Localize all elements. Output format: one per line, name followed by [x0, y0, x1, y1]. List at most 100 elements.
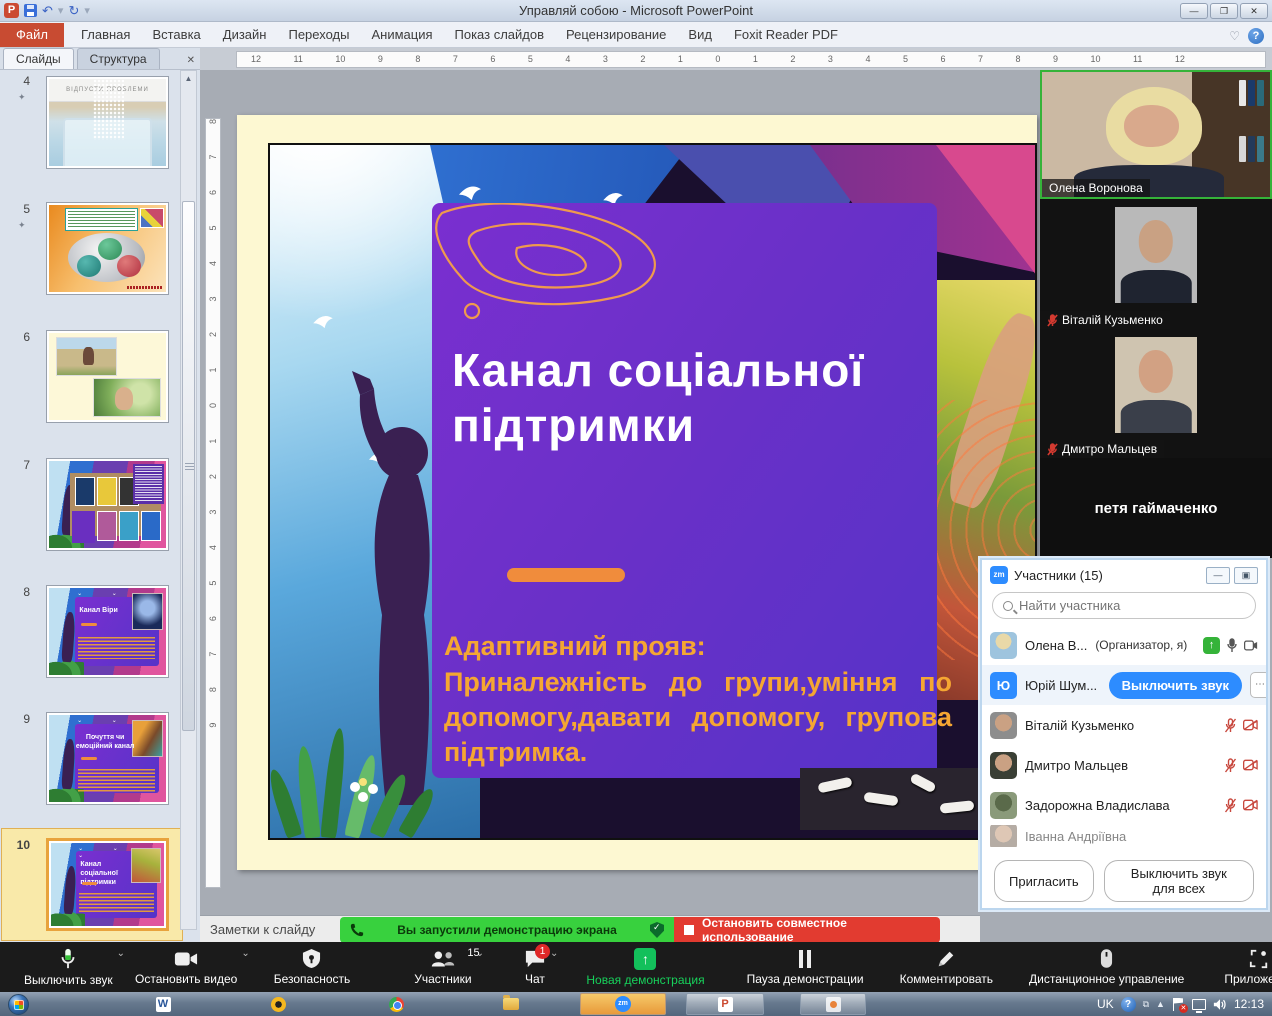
participant-photo — [1115, 207, 1197, 303]
slide-thumbnail-5[interactable] — [46, 202, 169, 295]
video-tile[interactable]: Віталій Кузьменко — [1040, 199, 1272, 329]
scrollbar-thumb[interactable] — [182, 201, 195, 731]
participant-row[interactable]: Віталій Кузьменко — [982, 705, 1266, 745]
camera-icon — [1244, 640, 1258, 651]
slide-thumbnail-4[interactable]: ВІДПУСТИ ПРОБЛЕМИ — [46, 76, 169, 169]
panel-restore-button[interactable]: ▣ — [1234, 567, 1258, 584]
tab-transitions[interactable]: Переходы — [277, 23, 360, 47]
invite-button[interactable]: Пригласить — [994, 860, 1094, 902]
security-button[interactable]: Безопасность — [264, 942, 361, 992]
taskbar-word[interactable]: W — [148, 993, 178, 1015]
tab-file[interactable]: Файл — [0, 23, 64, 47]
search-input[interactable] — [1019, 598, 1219, 613]
thumb5-textbox — [65, 208, 138, 231]
zoom-icon: zm — [615, 996, 631, 1012]
participant-row-hovered[interactable]: Ю Юрій Шум... Выключить звук ⋯ — [982, 665, 1266, 705]
dove-icon — [310, 310, 336, 330]
video-name-label: петя гаймаченко — [1095, 500, 1218, 517]
taskbar-explorer[interactable] — [496, 993, 526, 1015]
panel-minimize-button[interactable]: — — [1206, 567, 1230, 584]
pause-icon — [798, 949, 812, 969]
annotate-button[interactable]: Комментировать — [890, 942, 1003, 992]
action-center-icon[interactable]: ✕ — [1172, 998, 1185, 1011]
tab-design[interactable]: Дизайн — [212, 23, 278, 47]
taskbar-chrome[interactable] — [381, 993, 411, 1015]
video-tile-no-video[interactable]: петя гаймаченко — [1040, 458, 1272, 558]
search-box[interactable] — [992, 592, 1256, 619]
slide-image[interactable]: Канал соціальної підтримки Адаптивний пр… — [268, 143, 1037, 840]
video-tile-active-speaker[interactable]: Олена Воронова — [1040, 70, 1272, 199]
scroll-up-icon[interactable]: ▲ — [181, 71, 196, 86]
tab-slideshow[interactable]: Показ слайдов — [444, 23, 556, 47]
remote-control-button[interactable]: Дистанционное управление — [1019, 942, 1194, 992]
help-icon[interactable]: ? — [1248, 28, 1264, 44]
taskbar-app[interactable] — [800, 993, 866, 1015]
card — [119, 511, 139, 541]
tray-help-icon[interactable]: ? — [1121, 997, 1136, 1012]
start-button[interactable] — [8, 994, 29, 1015]
pause-share-button[interactable]: Пауза демонстрации — [737, 942, 874, 992]
tab-slides-thumbnails[interactable]: Слайды — [3, 48, 74, 69]
minimize-button[interactable]: — — [1180, 3, 1208, 19]
slide-thumbnail-6[interactable] — [46, 330, 169, 423]
tab-foxit[interactable]: Foxit Reader PDF — [723, 23, 849, 47]
more-options-button[interactable]: ⋯ — [1250, 672, 1268, 698]
slide-thumbnail-9[interactable]: ⌄ ⌄ ⌄ Почуття чи емоційний канал — [46, 712, 169, 805]
participant-row[interactable]: Олена В... (Организатор, я) ↑ — [982, 625, 1266, 665]
participant-row-partial[interactable]: Іванна Андріївна — [982, 825, 1266, 847]
system-tray: UK ? ⧉ ▲ ✕ 12:13 — [1097, 992, 1272, 1016]
tab-view[interactable]: Вид — [677, 23, 723, 47]
tray-up-arrow-icon[interactable]: ▲ — [1156, 999, 1165, 1009]
mute-participant-button[interactable]: Выключить звук — [1109, 672, 1242, 699]
card — [75, 477, 95, 507]
window-title: Управляй собою - Microsoft PowerPoint — [0, 3, 1272, 18]
volume-icon[interactable] — [1213, 998, 1227, 1011]
slides-scrollbar[interactable]: ▲ — [180, 70, 197, 930]
tab-insert[interactable]: Вставка — [141, 23, 211, 47]
slide-body-text[interactable]: Приналежність до групи,уміння по допомог… — [444, 665, 952, 770]
mute-button[interactable]: Выключить звук — [0, 942, 123, 992]
avatar — [990, 825, 1017, 847]
participants-button[interactable]: 15 Участники — [404, 942, 481, 992]
windows-flag-icon — [14, 1000, 24, 1010]
thumb7-textbox — [133, 464, 163, 504]
thumb5-circle-green — [98, 238, 122, 260]
tab-outline[interactable]: Структура — [77, 48, 160, 69]
mute-all-button[interactable]: Выключить звук для всех — [1104, 860, 1254, 902]
taskbar-zoom-active[interactable]: zm — [580, 993, 666, 1015]
animation-star-icon: ✦ — [18, 92, 26, 103]
chat-button[interactable]: 1 Чат — [514, 942, 556, 992]
participant-name: Іванна Андріївна — [1025, 829, 1126, 844]
slide-title[interactable]: Канал соціальної підтримки — [452, 343, 922, 453]
tray-window-icon[interactable]: ⧉ — [1143, 999, 1149, 1010]
stop-share-button[interactable]: Остановить совместное использование — [674, 917, 940, 943]
participant-row[interactable]: Дмитро Мальцев — [982, 745, 1266, 785]
language-indicator[interactable]: UK — [1097, 997, 1114, 1011]
participant-row[interactable]: Задорожна Владислава — [982, 785, 1266, 825]
panel-close-icon[interactable]: ✕ — [187, 55, 195, 69]
share-status-text: Вы запустили демонстрацию экрана — [372, 923, 642, 937]
video-tile[interactable]: Дмитро Мальцев — [1040, 329, 1272, 458]
slide-canvas[interactable]: Канал соціальної підтримки Адаптивний пр… — [237, 115, 1037, 870]
minimize-ribbon-icon[interactable]: ♡ — [1229, 29, 1240, 43]
participant-name: Віталій Кузьменко — [1025, 718, 1134, 733]
tab-review[interactable]: Рецензирование — [555, 23, 677, 47]
taskbar-antivirus[interactable] — [263, 993, 293, 1015]
slide-body-heading[interactable]: Адаптивний прояв: — [444, 631, 949, 662]
tab-animations[interactable]: Анимация — [360, 23, 443, 47]
apps-button[interactable]: Приложения — [1214, 942, 1272, 992]
new-share-button[interactable]: ↑ Новая демонстрация — [576, 942, 714, 992]
restore-button[interactable]: ❐ — [1210, 3, 1238, 19]
taskbar-powerpoint-active[interactable]: P — [686, 993, 764, 1015]
clock[interactable]: 12:13 — [1234, 997, 1264, 1011]
close-button[interactable]: ✕ — [1240, 3, 1268, 19]
stop-video-button[interactable]: Остановить видео — [125, 942, 247, 992]
chat-badge: 1 — [535, 944, 550, 959]
network-icon[interactable] — [1192, 999, 1206, 1010]
tab-home[interactable]: Главная — [70, 23, 141, 47]
slide-thumbnail-7[interactable] — [46, 458, 169, 551]
video-off-icon — [1243, 759, 1258, 771]
slide-number: 10 — [4, 838, 30, 852]
slide-thumbnail-8[interactable]: ⌄ ⌄ ⌄ Канал Віри — [46, 585, 169, 678]
slide-thumbnail-10[interactable]: ⌄ ⌄ ⌄ Канал соціальної підтримки — [46, 838, 169, 931]
